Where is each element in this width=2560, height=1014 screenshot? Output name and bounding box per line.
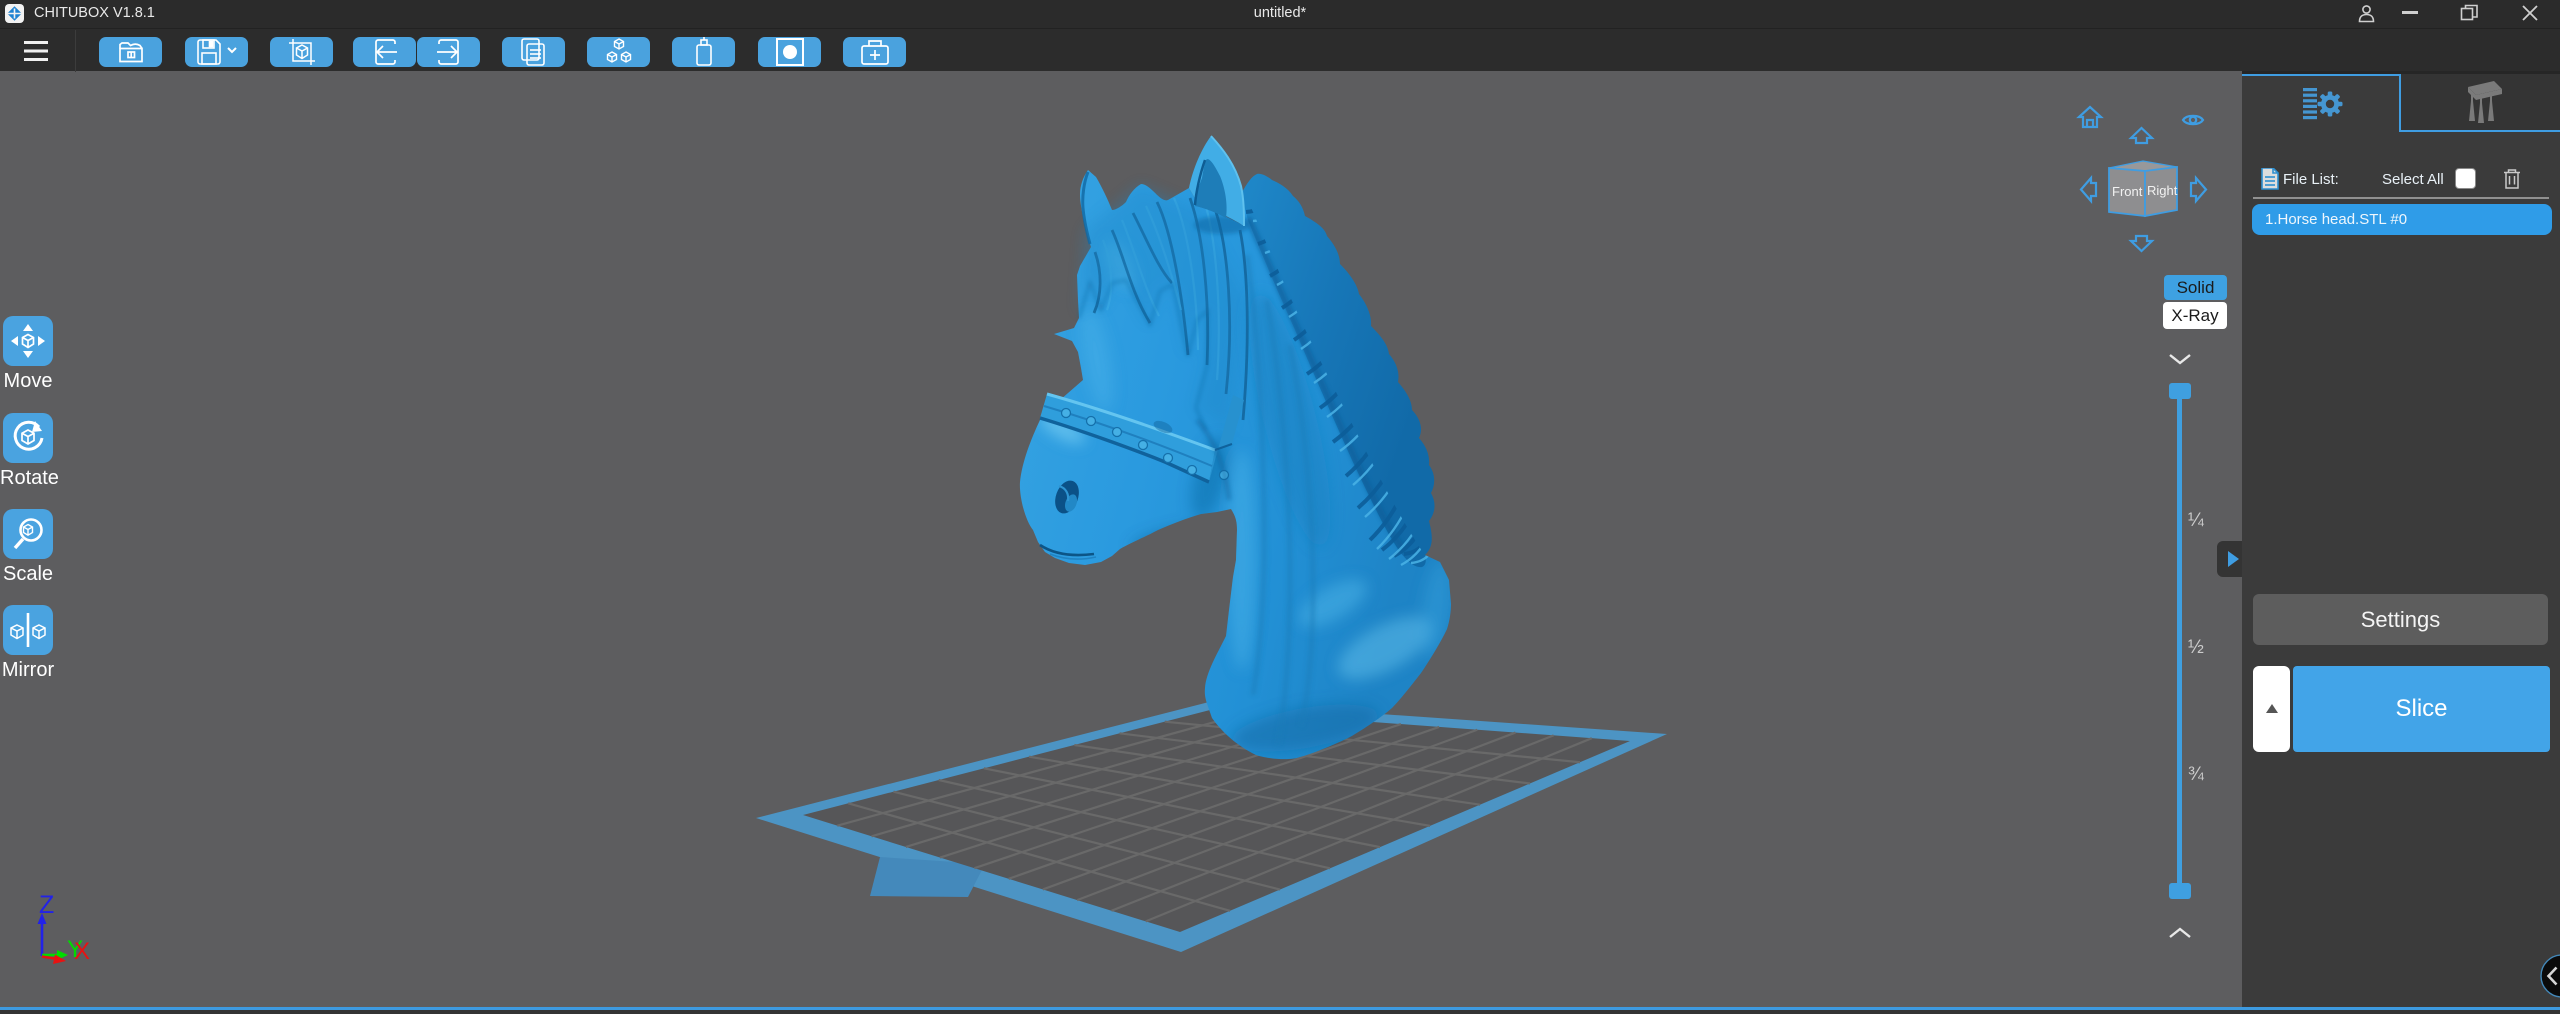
svg-text:Right: Right — [2147, 183, 2178, 198]
svg-text:Front: Front — [2112, 184, 2143, 199]
svg-text:X: X — [74, 938, 90, 965]
svg-text:Z: Z — [39, 891, 54, 919]
